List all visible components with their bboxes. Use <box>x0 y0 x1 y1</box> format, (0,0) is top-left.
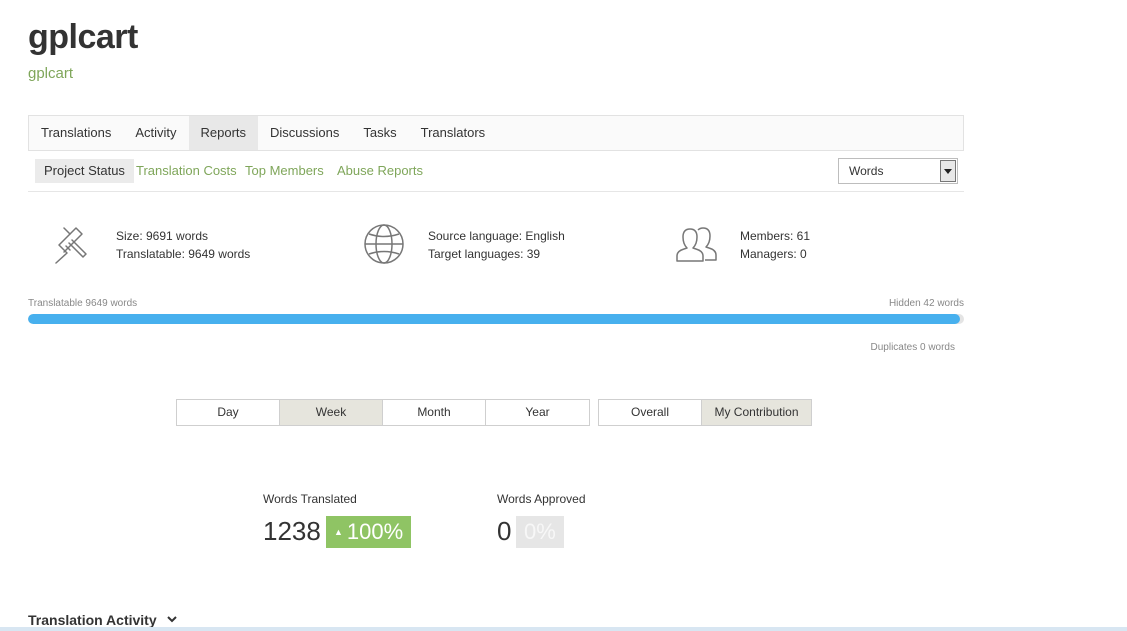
words-approved-change: 0% <box>524 519 556 544</box>
stat-translatable: Translatable: 9649 words <box>116 247 251 261</box>
words-approved-value: 0 <box>497 516 512 546</box>
scope-my-contribution-button[interactable]: My Contribution <box>702 400 811 425</box>
tab-translators[interactable]: Translators <box>409 116 498 150</box>
subtab-translation-costs[interactable]: Translation Costs <box>136 159 237 183</box>
tab-tasks[interactable]: Tasks <box>351 116 408 150</box>
subtab-abuse-reports[interactable]: Abuse Reports <box>337 159 423 183</box>
scope-button-group: Overall My Contribution <box>598 399 812 426</box>
stats-size-block: Size: 9691 words Translatable: 9649 word… <box>116 227 250 263</box>
report-subnav: Project Status Translation Costs Top Mem… <box>28 151 964 192</box>
stat-members: Members: 61 <box>740 229 811 243</box>
scope-overall-button[interactable]: Overall <box>599 400 702 425</box>
words-translated-change-badge: ▲ 100% <box>326 516 412 548</box>
tab-reports[interactable]: Reports <box>188 116 259 150</box>
tab-activity[interactable]: Activity <box>123 116 188 150</box>
period-button-group: Day Week Month Year <box>176 399 590 426</box>
translatable-progress-fill <box>28 314 960 324</box>
triangle-up-icon: ▲ <box>334 527 343 537</box>
words-translated-value: 1238 <box>263 516 321 546</box>
users-icon <box>676 227 717 262</box>
stat-managers: Managers: 0 <box>740 247 807 261</box>
words-approved-change-badge: 0% <box>516 516 564 548</box>
translation-activity-heading[interactable]: Translation Activity <box>28 612 157 628</box>
chevron-down-icon[interactable] <box>166 614 178 624</box>
project-subtitle-link[interactable]: gplcart <box>28 65 73 82</box>
tab-translations[interactable]: Translations <box>29 116 123 150</box>
unit-select[interactable]: Words <box>838 158 958 184</box>
bottom-divider <box>0 627 1127 631</box>
tab-discussions[interactable]: Discussions <box>258 116 351 150</box>
period-week-button[interactable]: Week <box>280 400 383 425</box>
project-title: gplcart <box>28 18 138 56</box>
hidden-words-label: Hidden 42 words <box>888 298 964 309</box>
chevron-down-icon[interactable] <box>940 160 956 182</box>
stat-source-language: Source language: English <box>428 229 565 243</box>
globe-icon <box>364 224 404 264</box>
translatable-words-label: Translatable 9649 words <box>28 298 138 309</box>
main-tabs: Translations Activity Reports Discussion… <box>28 115 964 151</box>
stat-size: Size: 9691 words <box>116 229 209 243</box>
period-year-button[interactable]: Year <box>486 400 589 425</box>
words-approved-label: Words Approved <box>497 492 586 506</box>
caliper-icon <box>55 227 87 264</box>
words-translated-change: 100% <box>346 519 404 544</box>
period-day-button[interactable]: Day <box>177 400 280 425</box>
stats-language-block: Source language: English Target language… <box>428 227 565 263</box>
unit-select-value: Words <box>849 164 884 178</box>
stat-target-languages: Target languages: 39 <box>428 247 541 261</box>
stats-members-block: Members: 61 Managers: 0 <box>740 227 810 263</box>
translatable-progress-bar <box>28 314 964 324</box>
period-month-button[interactable]: Month <box>383 400 486 425</box>
duplicates-words-label: Duplicates 0 words <box>870 342 955 353</box>
subtab-project-status[interactable]: Project Status <box>35 159 134 183</box>
subtab-top-members[interactable]: Top Members <box>245 159 324 183</box>
words-translated-label: Words Translated <box>263 492 357 506</box>
